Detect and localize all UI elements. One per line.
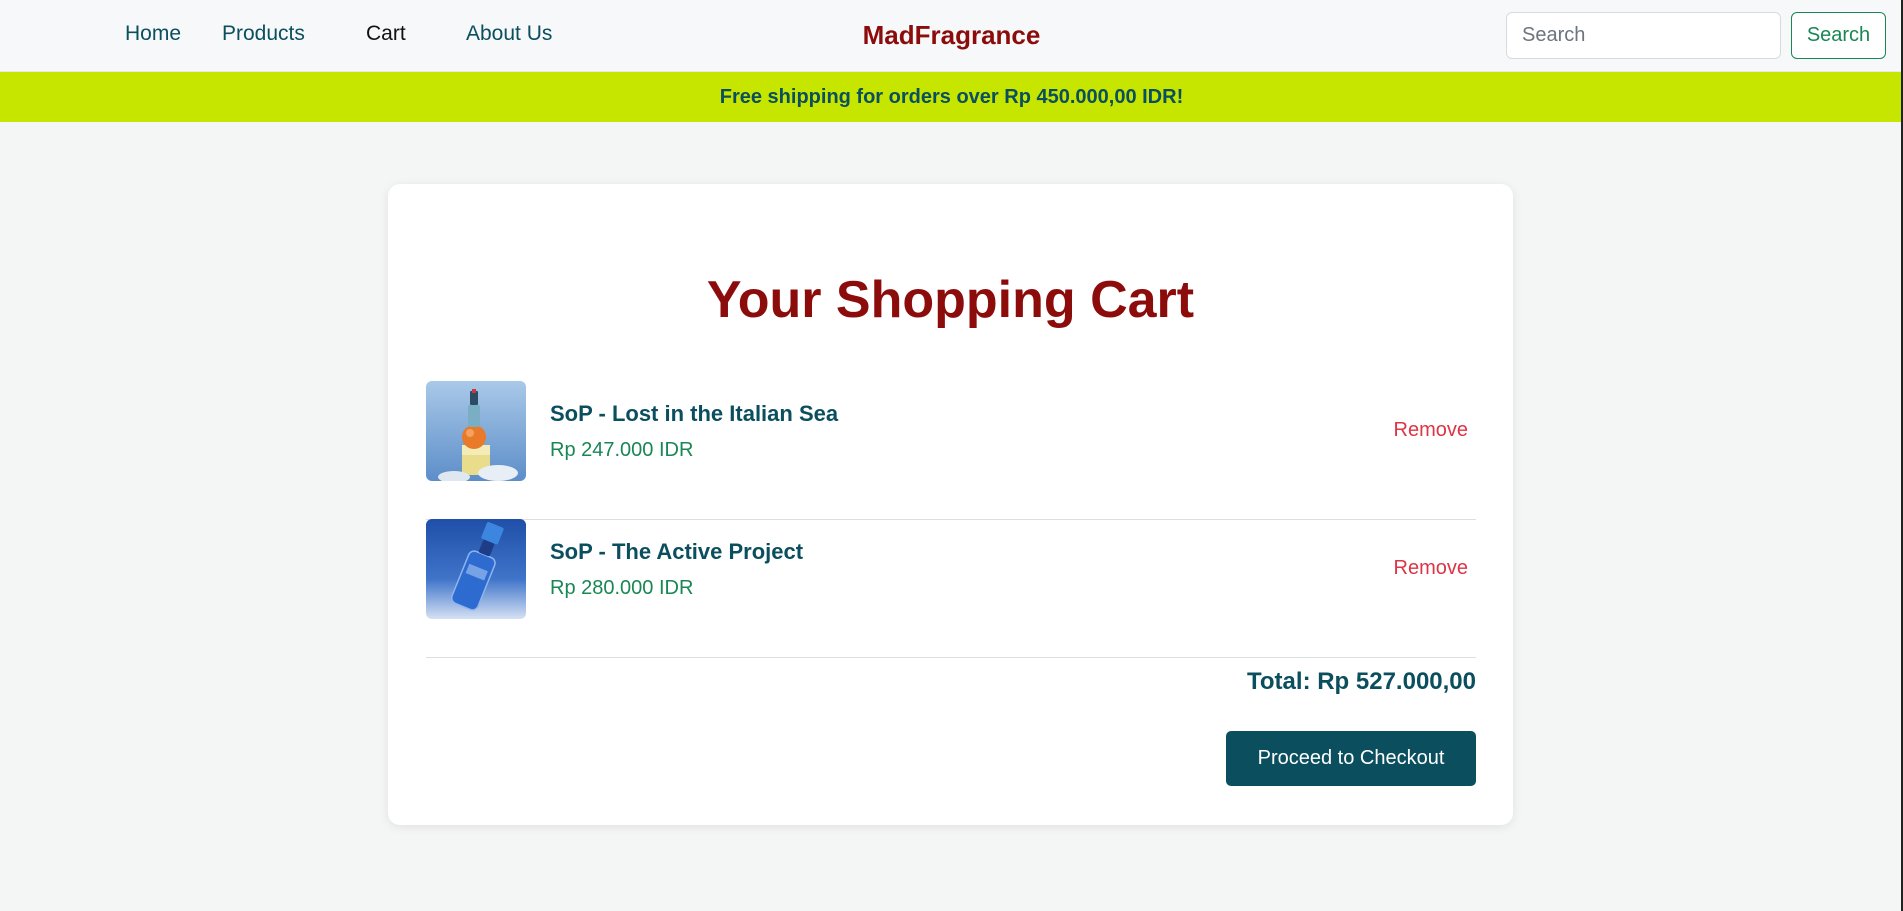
checkout-button[interactable]: Proceed to Checkout (1226, 731, 1476, 786)
navbar: Home Products Cart About Us MadFragrance… (0, 0, 1903, 72)
nav-link-products[interactable]: Products (222, 22, 305, 46)
nav-link-home[interactable]: Home (125, 22, 181, 46)
page-title: Your Shopping Cart (706, 271, 1195, 329)
promo-banner: Free shipping for orders over Rp 450.000… (0, 72, 1903, 122)
cart-total: Total: Rp 527.000,00 (1247, 668, 1476, 695)
remove-button[interactable]: Remove (1394, 557, 1468, 580)
item-price: Rp 280.000 IDR (550, 577, 694, 599)
perfume-bottle-orange-image (426, 381, 526, 481)
cart-item: SoP - Lost in the Italian Sea Rp 247.000… (426, 381, 1476, 520)
item-name[interactable]: SoP - Lost in the Italian Sea (550, 401, 838, 427)
item-name[interactable]: SoP - The Active Project (550, 539, 803, 565)
nav-link-about-us[interactable]: About Us (466, 22, 552, 46)
brand-logo[interactable]: MadFragrance (863, 20, 1041, 50)
nav-link-cart[interactable]: Cart (366, 22, 406, 46)
cart-card: Your Shopping Cart SoP - Lost in the Ita… (388, 184, 1513, 825)
search-input[interactable] (1506, 12, 1781, 59)
perfume-bottle-blue-image (426, 519, 526, 619)
promo-banner-text: Free shipping for orders over Rp 450.000… (719, 85, 1184, 108)
item-price: Rp 247.000 IDR (550, 439, 694, 461)
cart-item: SoP - The Active Project Rp 280.000 IDR … (426, 519, 1476, 658)
remove-button[interactable]: Remove (1394, 419, 1468, 442)
search-button[interactable]: Search (1791, 12, 1886, 59)
